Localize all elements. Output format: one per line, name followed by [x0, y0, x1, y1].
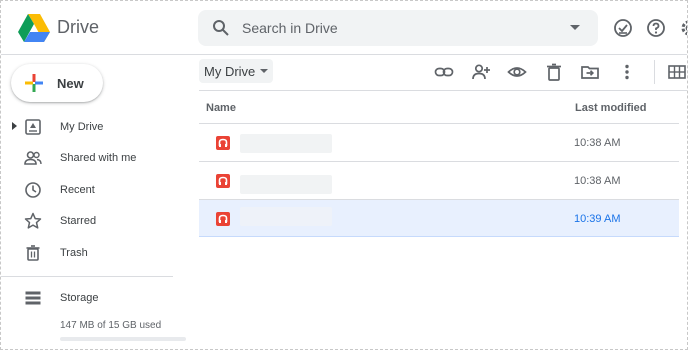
sidebar-item-label: My Drive — [60, 121, 104, 133]
sidebar-item-starred[interactable]: Starred — [1, 207, 186, 235]
pdf-file-icon — [216, 212, 230, 226]
sidebar-item-label: Recent — [60, 184, 95, 196]
new-button[interactable]: New — [11, 64, 103, 102]
sidebar-item-label: Trash — [60, 247, 88, 259]
settings-icon[interactable] — [679, 18, 688, 38]
help-icon[interactable] — [646, 18, 666, 38]
storage-usage-text: 147 MB of 15 GB used — [60, 320, 162, 331]
search-input[interactable]: Search in Drive — [242, 20, 338, 36]
storage-icon — [25, 291, 41, 305]
add-person-icon[interactable] — [471, 62, 491, 82]
pdf-file-icon — [216, 174, 230, 188]
file-name-redacted[interactable] — [240, 175, 332, 194]
sidebar-item-label: Starred — [60, 215, 97, 227]
table-row-selected[interactable]: 10:39 AM — [199, 200, 679, 237]
chevron-down-icon[interactable] — [260, 69, 268, 73]
more-vert-icon[interactable] — [617, 62, 637, 82]
pdf-file-icon — [216, 136, 230, 150]
search-options-caret-icon[interactable] — [570, 25, 580, 30]
drive-window: Drive Search in Drive New My Drive Share… — [0, 0, 688, 350]
preview-eye-icon[interactable] — [507, 62, 527, 82]
expand-caret-icon[interactable] — [12, 122, 17, 130]
column-header-name[interactable]: Name — [206, 102, 236, 114]
link-icon[interactable] — [434, 62, 454, 82]
table-row[interactable]: 10:38 AM — [199, 162, 679, 199]
drive-logo-icon[interactable] — [18, 14, 50, 42]
top-header: Drive Search in Drive — [1, 1, 688, 55]
file-last-modified: 10:38 AM — [574, 137, 621, 149]
column-header-last-modified[interactable]: Last modified — [575, 102, 647, 114]
star-icon — [24, 212, 42, 229]
table-row[interactable]: 10:38 AM — [199, 124, 679, 161]
search-bar[interactable]: Search in Drive — [198, 10, 598, 46]
sidebar-item-shared-with-me[interactable]: Shared with me — [1, 144, 186, 172]
toolbar-separator — [654, 60, 655, 84]
clock-icon — [25, 182, 41, 198]
sidebar-item-label: Storage — [60, 292, 99, 304]
sidebar-item-storage[interactable]: Storage — [1, 284, 186, 312]
my-drive-icon — [25, 119, 41, 135]
sidebar-divider — [1, 276, 173, 277]
search-icon[interactable] — [212, 19, 230, 37]
sidebar-item-trash[interactable]: Trash — [1, 239, 186, 267]
toolbar-divider — [199, 90, 687, 91]
offline-ready-icon[interactable] — [613, 18, 633, 38]
file-name-redacted[interactable] — [240, 207, 332, 226]
file-last-modified: 10:38 AM — [574, 175, 621, 187]
sidebar-item-my-drive[interactable]: My Drive — [1, 113, 186, 141]
sidebar-item-recent[interactable]: Recent — [1, 176, 186, 204]
sidebar-item-label: Shared with me — [60, 152, 137, 164]
trash-icon — [26, 245, 40, 261]
storage-usage-bar — [60, 337, 186, 341]
shared-with-me-icon — [24, 151, 42, 165]
new-button-label: New — [57, 76, 84, 91]
breadcrumb-my-drive[interactable]: My Drive — [204, 64, 255, 79]
move-to-icon[interactable] — [580, 62, 600, 82]
plus-icon — [25, 74, 43, 92]
app-brand[interactable]: Drive — [57, 17, 99, 38]
grid-view-icon[interactable] — [667, 62, 687, 82]
file-name-redacted[interactable] — [240, 134, 332, 153]
breadcrumb[interactable]: My Drive — [199, 59, 273, 83]
file-last-modified: 10:39 AM — [574, 213, 621, 225]
delete-icon[interactable] — [544, 62, 564, 82]
